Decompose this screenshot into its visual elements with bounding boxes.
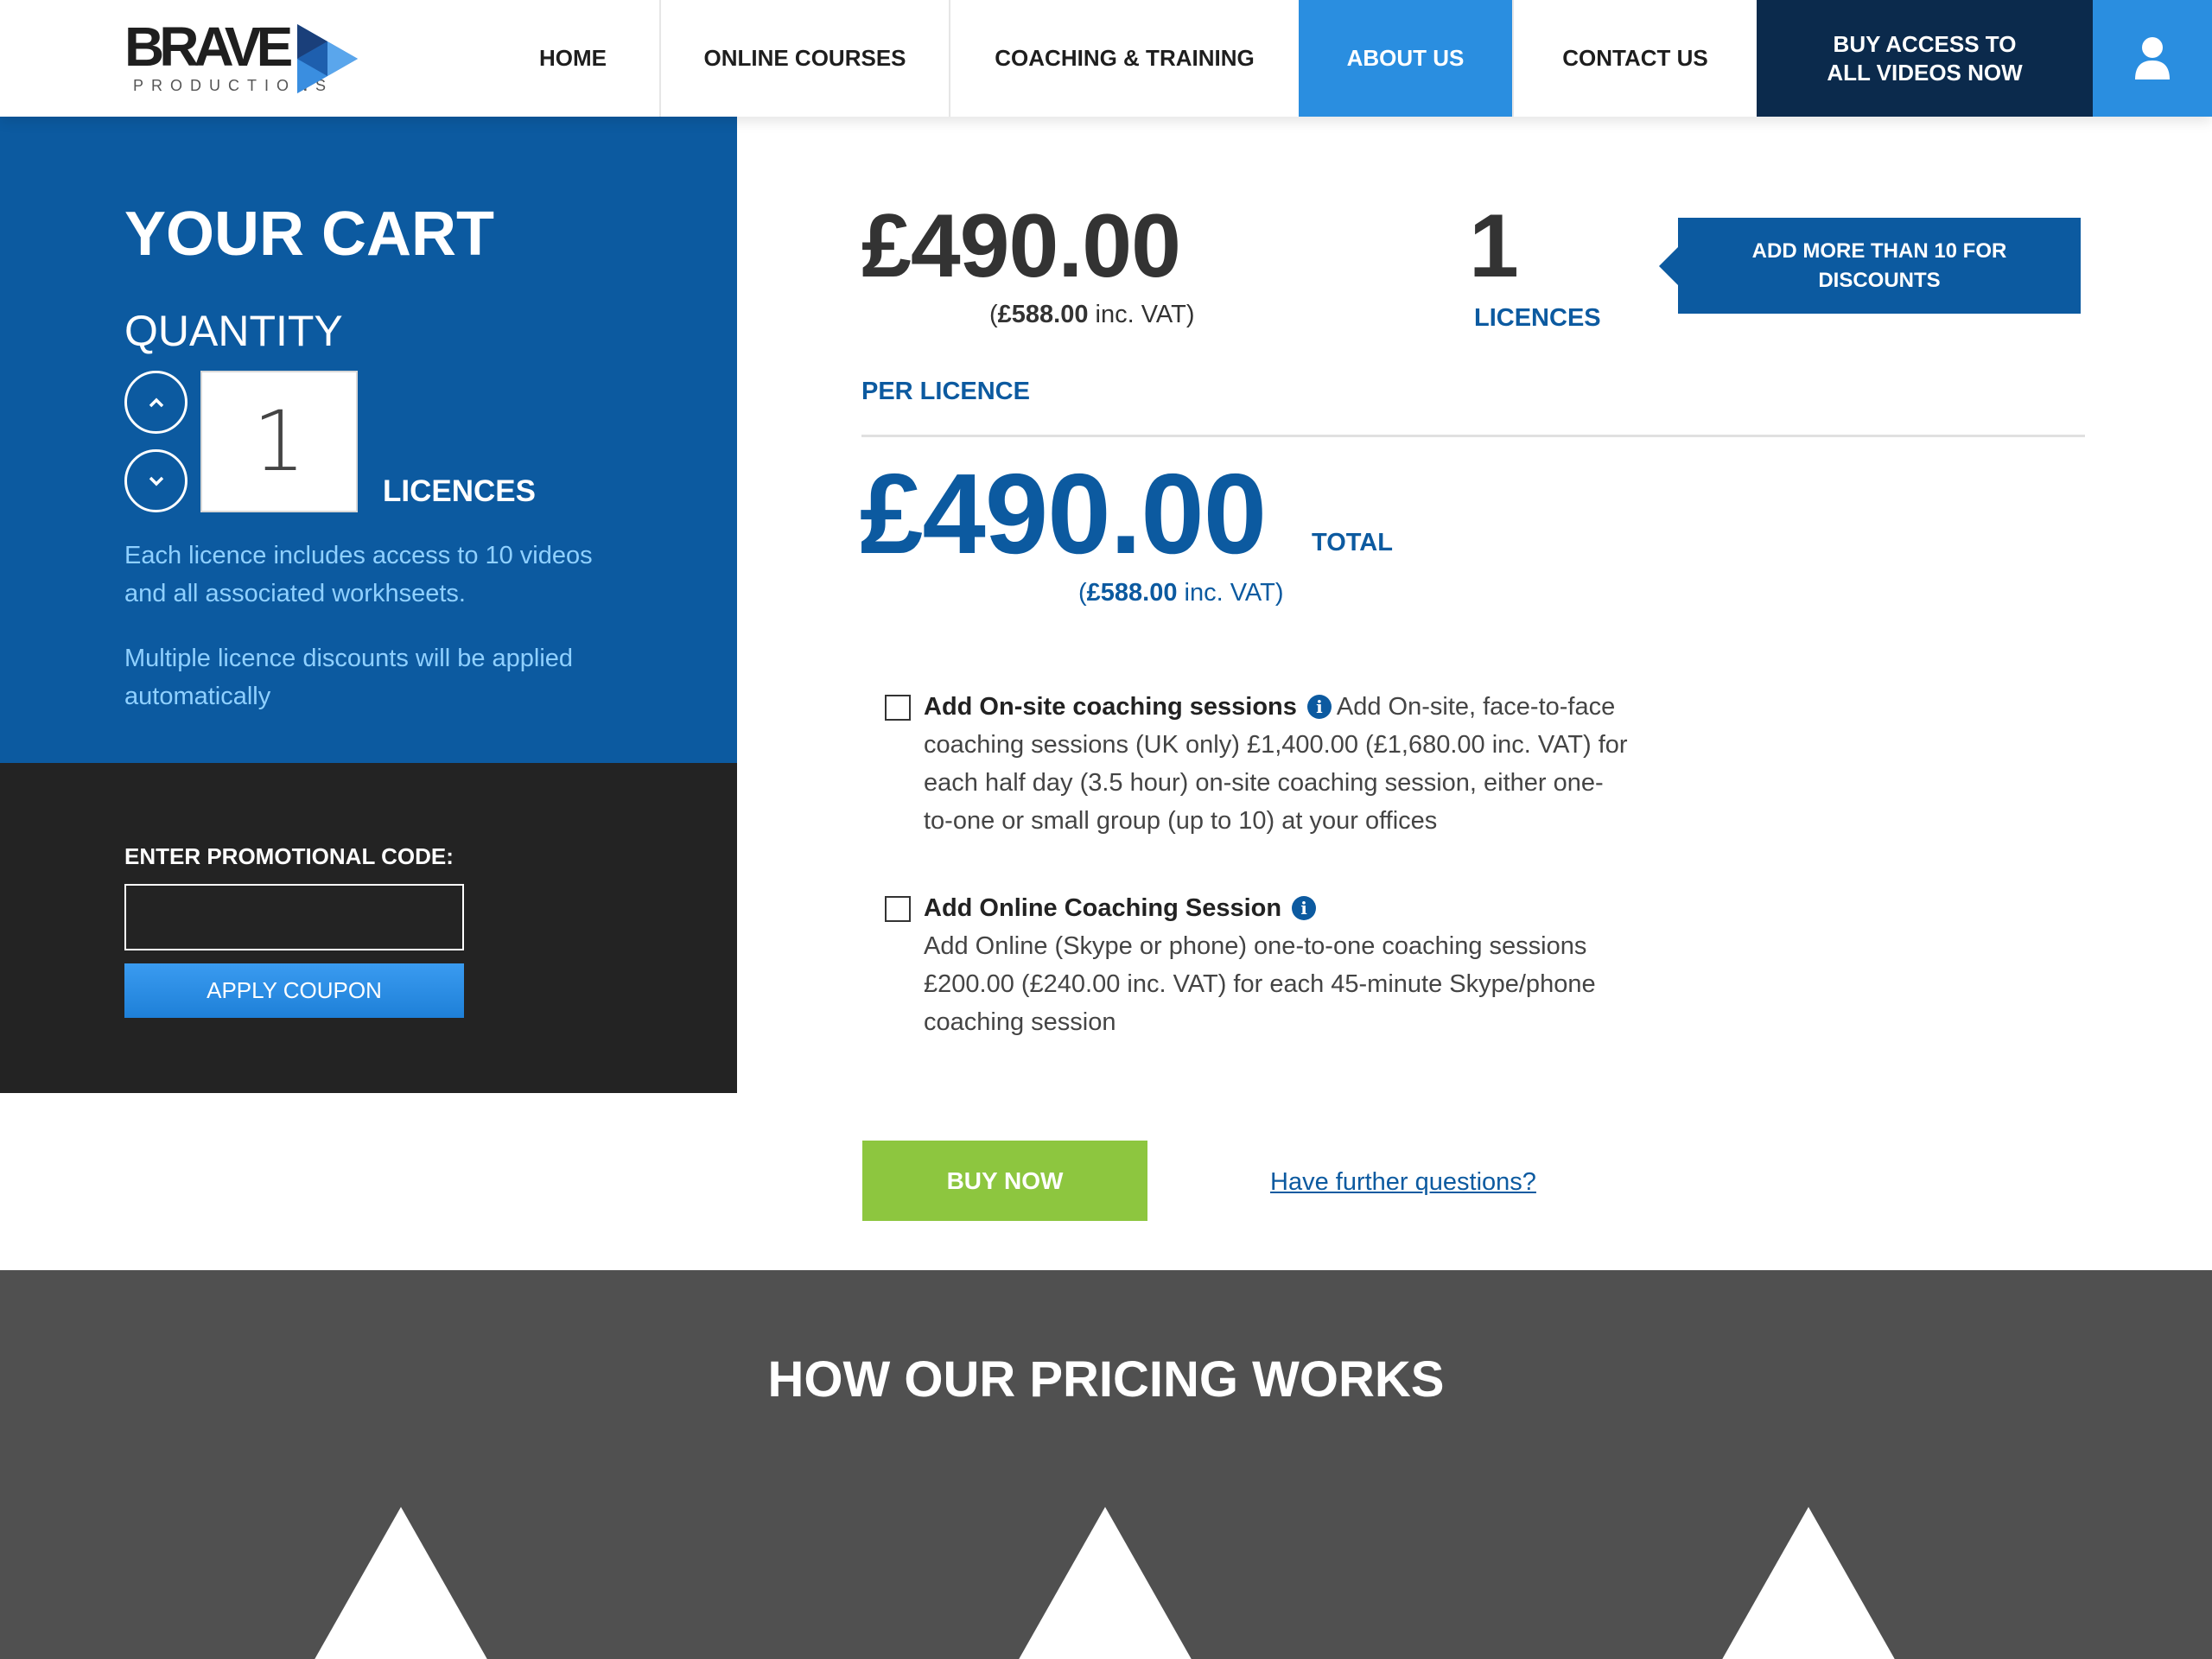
site-header: BRAVE PRODUCTIONS HOME ONLINE COURSES CO… (0, 0, 2212, 117)
buy-access-label: BUY ACCESS TO ALL VIDEOS NOW (1827, 30, 2023, 86)
vat-suffix: inc. VAT (1177, 579, 1275, 607)
cart-title: YOUR CART (124, 200, 494, 269)
logo-wordmark: BRAVE (124, 16, 293, 78)
total-label: TOTAL (1312, 529, 1393, 556)
buy-now-button[interactable]: BUY NOW (862, 1141, 1147, 1221)
per-licence-vat-amount: £588.00 (997, 301, 1089, 328)
quantity-input[interactable]: 1 (200, 371, 358, 512)
addon-online-description: Add Online (Skype or phone) one-to-one c… (924, 932, 1596, 1036)
addon-online-coaching: Add Online Coaching Session i Add Online … (885, 889, 1628, 1041)
quantity-unit-label: LICENCES (383, 474, 536, 508)
per-licence-price: £490.00 (861, 196, 1181, 296)
discount-info-text: Multiple licence discounts will be appli… (124, 645, 574, 710)
addon-online-checkbox[interactable] (885, 896, 911, 922)
nav-about-us[interactable]: ABOUT US (1299, 0, 1512, 117)
addon-online-text: Add Online Coaching Session i Add Online … (924, 889, 1628, 1041)
promo-panel: ENTER PROMOTIONAL CODE: APPLY COUPON (0, 763, 737, 1093)
nav-coaching-training[interactable]: COACHING & TRAINING (949, 0, 1299, 117)
promo-code-input[interactable] (124, 884, 464, 950)
per-licence-label: PER LICENCE (861, 378, 1030, 405)
cart-panel: YOUR CART QUANTITY 1 LICENCES Each licen… (0, 117, 737, 763)
user-icon (2135, 36, 2170, 79)
account-button[interactable] (2093, 0, 2212, 117)
licences-count: 1 (1469, 196, 1519, 296)
nav-home[interactable]: HOME (486, 0, 659, 117)
quantity-increase-button[interactable] (124, 371, 188, 434)
info-icon[interactable]: i (1306, 695, 1332, 719)
total-price: £490.00 (860, 450, 1267, 577)
addon-online-title: Add Online Coaching Session (924, 894, 1282, 922)
per-licence-vat: (£588.00 inc. VAT) (989, 301, 1195, 328)
brave-logo[interactable]: BRAVE PRODUCTIONS (124, 19, 366, 99)
addon-onsite-coaching: Add On-site coaching sessions i Add On-sit… (885, 688, 1628, 840)
main-nav: HOME ONLINE COURSES COACHING & TRAINING … (486, 0, 1757, 117)
triangle-graphic (313, 1507, 489, 1659)
info-icon[interactable]: i (1292, 896, 1317, 920)
addon-onsite-text: Add On-site coaching sessions i Add On-sit… (924, 688, 1628, 840)
chevron-down-icon (149, 476, 163, 486)
addon-onsite-title: Add On-site coaching sessions (924, 693, 1297, 721)
apply-coupon-button[interactable]: APPLY COUPON (124, 963, 464, 1018)
buy-access-button[interactable]: BUY ACCESS TO ALL VIDEOS NOW (1757, 0, 2093, 117)
price-divider (861, 435, 2085, 437)
discount-badge-text: ADD MORE THAN 10 FOR DISCOUNTS (1751, 238, 2007, 292)
nav-contact-us[interactable]: CONTACT US (1512, 0, 1757, 117)
licence-info-text: Each licence includes access to 10 video… (124, 542, 593, 607)
vat-suffix: inc. VAT (1088, 301, 1186, 328)
addon-onsite-checkbox[interactable] (885, 695, 911, 721)
further-questions-link[interactable]: Have further questions? (1270, 1166, 1536, 1198)
quantity-decrease-button[interactable] (124, 449, 188, 512)
quantity-label: QUANTITY (124, 307, 343, 355)
licences-label: LICENCES (1474, 304, 1601, 332)
triangle-graphic (1720, 1507, 1897, 1659)
play-triangle-logo-icon (297, 24, 358, 93)
total-vat: (£588.00 inc. VAT) (1078, 579, 1284, 607)
pricing-section-title: HOW OUR PRICING WORKS (767, 1351, 1445, 1408)
nav-online-courses[interactable]: ONLINE COURSES (659, 0, 949, 117)
total-vat-amount: £588.00 (1086, 579, 1178, 607)
discount-badge: ADD MORE THAN 10 FOR DISCOUNTS (1659, 218, 2081, 314)
chevron-up-icon (149, 397, 163, 407)
pricing-section: HOW OUR PRICING WORKS (0, 1270, 2212, 1659)
promo-code-label: ENTER PROMOTIONAL CODE: (124, 843, 454, 869)
triangle-graphic (1017, 1507, 1193, 1659)
